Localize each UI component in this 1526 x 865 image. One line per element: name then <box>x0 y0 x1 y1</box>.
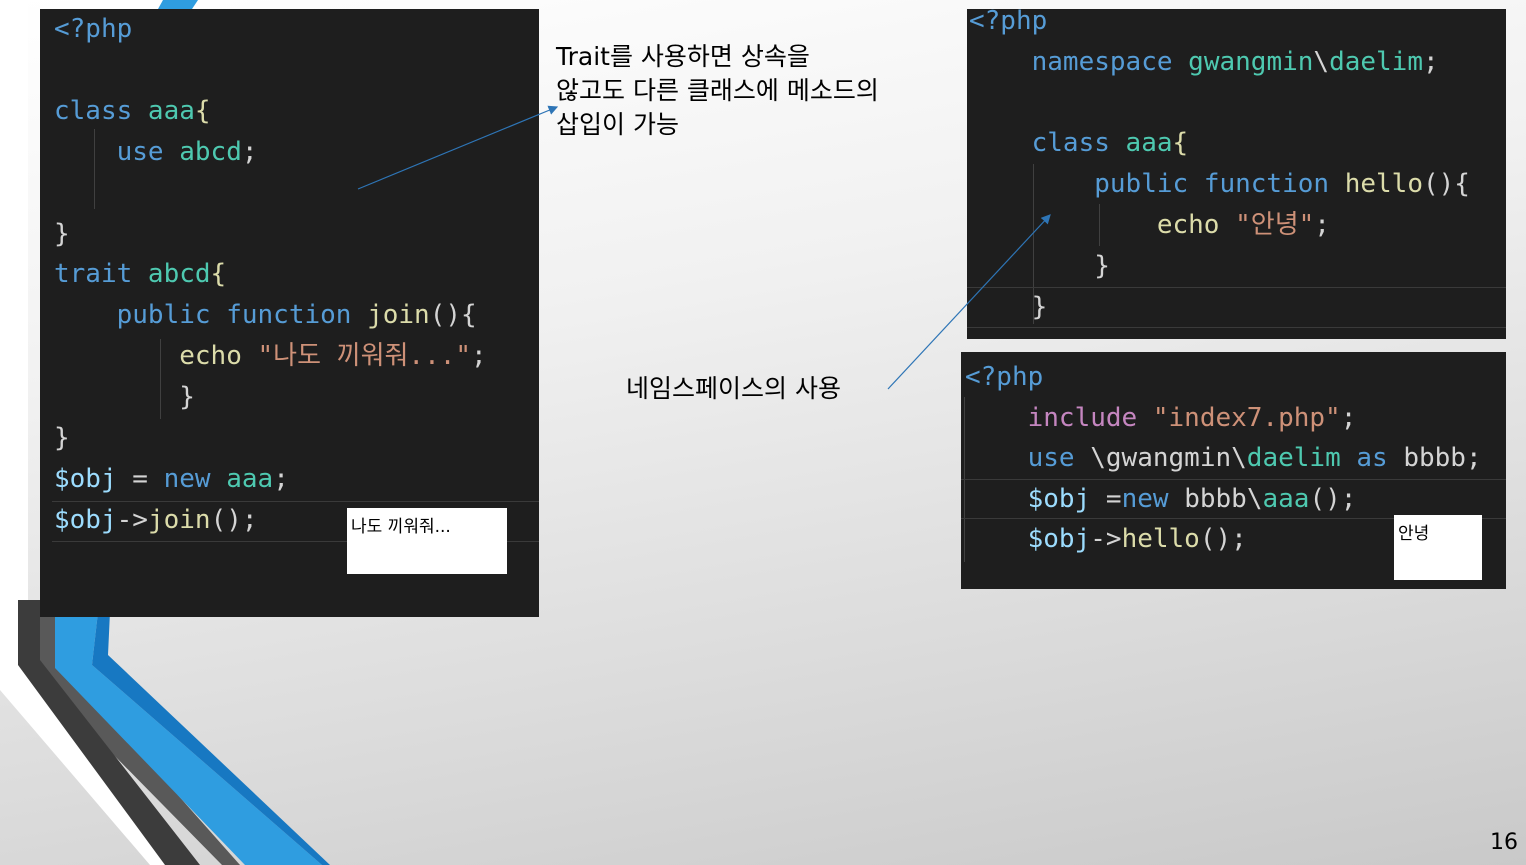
annotation-arrows <box>357 105 1051 390</box>
namespace-arrow <box>887 214 1051 390</box>
trait-arrow <box>357 105 559 190</box>
page-number: 16 <box>1490 830 1518 855</box>
